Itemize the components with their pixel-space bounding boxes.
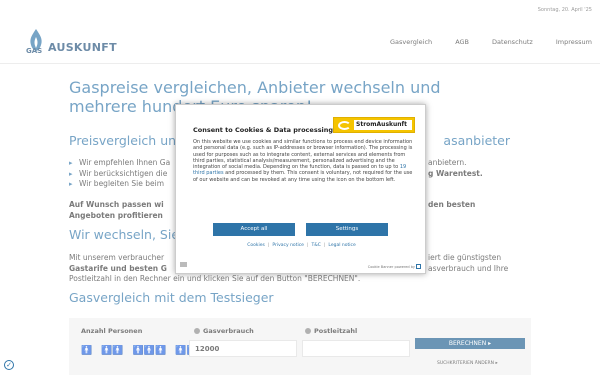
powered-by: Cookie Banner powered by bbox=[368, 264, 421, 269]
link-separator: | bbox=[306, 243, 309, 248]
accept-all-button[interactable]: Accept all bbox=[213, 223, 295, 236]
cookie-consent-dialog: Consent to Cookies & Data processing Str… bbox=[175, 104, 426, 274]
settings-button[interactable]: Settings bbox=[306, 223, 388, 236]
brand-logo-mark-icon bbox=[338, 121, 351, 130]
brand-logo: StromAuskunft bbox=[333, 117, 415, 133]
legal-notice-link[interactable]: Legal notice bbox=[328, 243, 355, 248]
link-separator: | bbox=[267, 243, 270, 248]
language-flag-icon[interactable] bbox=[180, 262, 187, 267]
brand-logo-text: StromAuskunft bbox=[354, 120, 412, 130]
cookie-dialog-title: Consent to Cookies & Data processing bbox=[193, 126, 334, 134]
tc-link[interactable]: T&C bbox=[311, 243, 320, 248]
cookie-text-part: and processed by them. This consent is v… bbox=[193, 170, 413, 183]
cookies-link[interactable]: Cookies bbox=[247, 243, 265, 248]
cookie-settings-icon[interactable]: ✓ bbox=[4, 360, 14, 370]
consent-brand-icon bbox=[416, 264, 421, 269]
powered-by-text: Cookie Banner powered by bbox=[367, 265, 415, 269]
cookie-text-part: On this website we use cookies and simil… bbox=[193, 139, 413, 171]
privacy-notice-link[interactable]: Privacy notice bbox=[272, 243, 304, 248]
cookie-dialog-links: Cookies | Privacy notice | T&C | Legal notice bbox=[176, 243, 427, 248]
link-separator: | bbox=[323, 243, 326, 248]
cookie-dialog-text: On this website we use cookies and simil… bbox=[193, 139, 415, 183]
